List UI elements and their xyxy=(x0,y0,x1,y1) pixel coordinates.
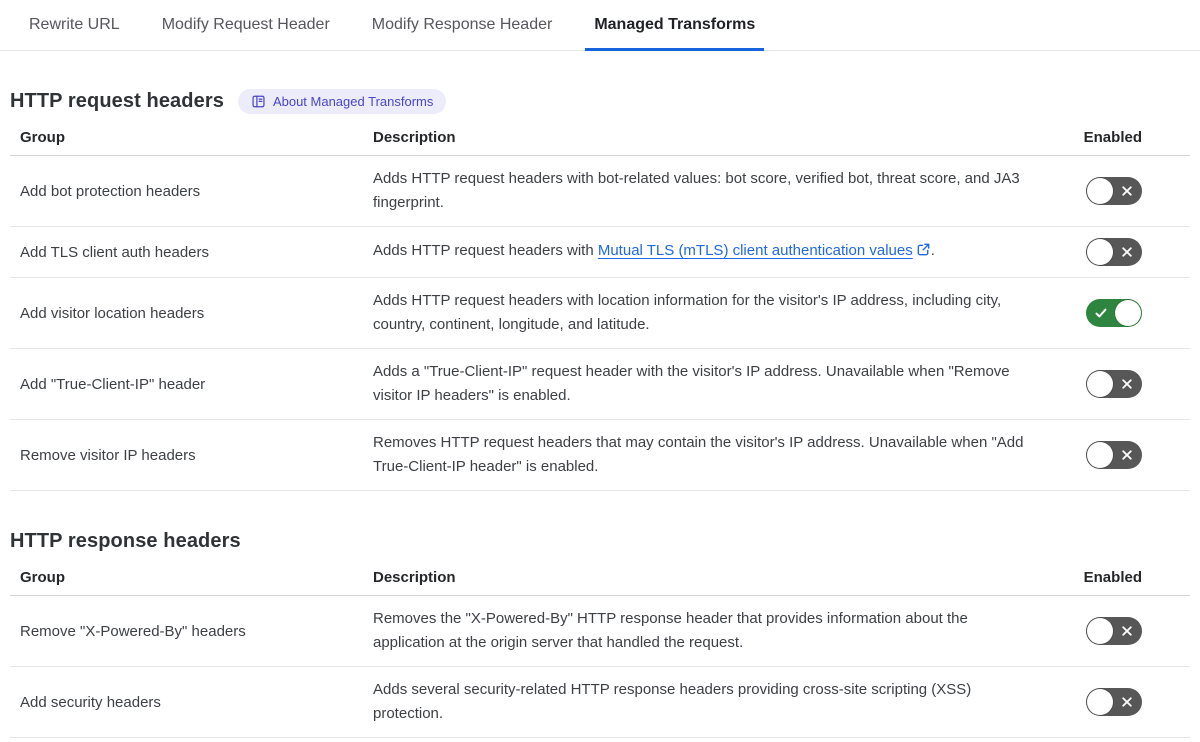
table-header-row: Group Description Enabled xyxy=(10,125,1190,156)
table-row: Add "True-Client-IP" header Adds a "True-… xyxy=(10,349,1190,420)
transforms-table: Group Description Enabled Remove "X-Powered… xyxy=(10,565,1190,738)
external-link-icon[interactable] xyxy=(916,241,931,265)
enabled-cell xyxy=(1040,238,1190,266)
tab-managed-transforms[interactable]: Managed Transforms xyxy=(585,0,765,51)
table-row: Add TLS client auth headers Adds HTTP req… xyxy=(10,227,1190,278)
table-row: Add visitor location headers Adds HTTP re… xyxy=(10,278,1190,349)
toggle-knob xyxy=(1115,300,1141,326)
toggle-knob xyxy=(1087,689,1113,715)
book-icon xyxy=(251,94,266,109)
x-icon xyxy=(1121,378,1133,390)
group-label: Add "True-Client-IP" header xyxy=(20,375,206,393)
tab-modify-request-header[interactable]: Modify Request Header xyxy=(153,0,339,50)
description-body: Adds a "True-Client-IP" request header w… xyxy=(373,363,1010,404)
description-body: Removes the "X-Powered-By" HTTP response… xyxy=(373,610,968,651)
table-header-row: Group Description Enabled xyxy=(10,565,1190,596)
tab-modify-response-header[interactable]: Modify Response Header xyxy=(363,0,562,50)
description-text: Adds several security-related HTTP respo… xyxy=(363,678,1040,726)
group-label: Add bot protection headers xyxy=(20,182,201,200)
toggle-add-true-client-ip-header[interactable] xyxy=(1086,370,1142,398)
description-text: Adds HTTP request headers with location … xyxy=(363,289,1040,337)
section-http-request-headers: HTTP request headers About Managed Transf… xyxy=(10,87,1190,491)
description-body: Adds HTTP request headers with location … xyxy=(373,292,1002,333)
toggle-add-security-headers[interactable] xyxy=(1086,688,1142,716)
section-title: HTTP response headers xyxy=(10,529,241,552)
table-row: Add bot protection headers Adds HTTP requ… xyxy=(10,156,1190,227)
description-text: Adds HTTP request headers with Mutual TL… xyxy=(363,239,1040,265)
group-label: Remove visitor IP headers xyxy=(20,446,196,464)
group-label: Remove "X-Powered-By" headers xyxy=(20,622,246,640)
mtls-docs-link[interactable]: Mutual TLS (mTLS) client authentication … xyxy=(598,242,913,259)
description-suffix: . xyxy=(930,242,935,259)
table-row: Remove "X-Powered-By" headers Removes the… xyxy=(10,596,1190,667)
toggle-add-tls-client-auth-headers[interactable] xyxy=(1086,238,1142,266)
enabled-cell xyxy=(1040,370,1190,398)
column-header-enabled: Enabled xyxy=(1083,569,1142,586)
description-body: Adds HTTP request headers with bot-relat… xyxy=(373,170,1020,211)
toggle-knob xyxy=(1087,442,1113,468)
section-title-row: HTTP response headers xyxy=(10,527,1190,555)
group-label: Add TLS client auth headers xyxy=(20,243,210,261)
x-icon xyxy=(1121,246,1133,258)
table-row: Add security headers Adds several securit… xyxy=(10,667,1190,738)
description-prefix: Adds HTTP request headers with xyxy=(373,242,598,259)
enabled-cell xyxy=(1040,299,1190,327)
toggle-add-bot-protection-headers[interactable] xyxy=(1086,177,1142,205)
toggle-remove-visitor-ip-headers[interactable] xyxy=(1086,441,1142,469)
enabled-cell xyxy=(1040,688,1190,716)
x-icon xyxy=(1121,696,1133,708)
description-text: Removes HTTP request headers that may co… xyxy=(363,431,1040,479)
x-icon xyxy=(1121,625,1133,637)
about-managed-transforms-badge[interactable]: About Managed Transforms xyxy=(237,88,447,114)
column-header-description: Description xyxy=(373,569,456,586)
column-header-group: Group xyxy=(20,569,65,586)
toggle-knob xyxy=(1087,178,1113,204)
managed-transforms-content: HTTP request headers About Managed Transf… xyxy=(0,87,1200,738)
enabled-cell xyxy=(1040,177,1190,205)
tab-bar: Rewrite URL Modify Request Header Modify R… xyxy=(0,0,1200,51)
description-text: Removes the "X-Powered-By" HTTP response… xyxy=(363,607,1040,655)
enabled-cell xyxy=(1040,617,1190,645)
toggle-remove-x-powered-by-headers[interactable] xyxy=(1086,617,1142,645)
column-header-group: Group xyxy=(20,129,65,146)
toggle-knob xyxy=(1087,618,1113,644)
toggle-add-visitor-location-headers[interactable] xyxy=(1086,299,1142,327)
x-icon xyxy=(1121,185,1133,197)
section-http-response-headers: HTTP response headers Group Description Ena… xyxy=(10,527,1190,738)
section-title: HTTP request headers xyxy=(10,89,224,112)
enabled-cell xyxy=(1040,441,1190,469)
check-icon xyxy=(1094,306,1108,320)
section-title-row: HTTP request headers About Managed Transf… xyxy=(10,87,1190,115)
description-text: Adds HTTP request headers with bot-relat… xyxy=(363,167,1040,215)
description-body: Removes HTTP request headers that may co… xyxy=(373,434,1024,475)
tab-rewrite-url[interactable]: Rewrite URL xyxy=(20,0,129,50)
column-header-enabled: Enabled xyxy=(1083,129,1142,146)
table-row: Remove visitor IP headers Removes HTTP re… xyxy=(10,420,1190,491)
toggle-knob xyxy=(1087,239,1113,265)
transforms-table: Group Description Enabled Add bot protectio… xyxy=(10,125,1190,491)
description-text: Adds a "True-Client-IP" request header w… xyxy=(363,360,1040,408)
x-icon xyxy=(1121,449,1133,461)
group-label: Add visitor location headers xyxy=(20,304,205,322)
badge-label: About Managed Transforms xyxy=(272,93,434,109)
description-body: Adds several security-related HTTP respo… xyxy=(373,681,972,722)
group-label: Add security headers xyxy=(20,693,161,711)
column-header-description: Description xyxy=(373,129,456,146)
toggle-knob xyxy=(1087,371,1113,397)
